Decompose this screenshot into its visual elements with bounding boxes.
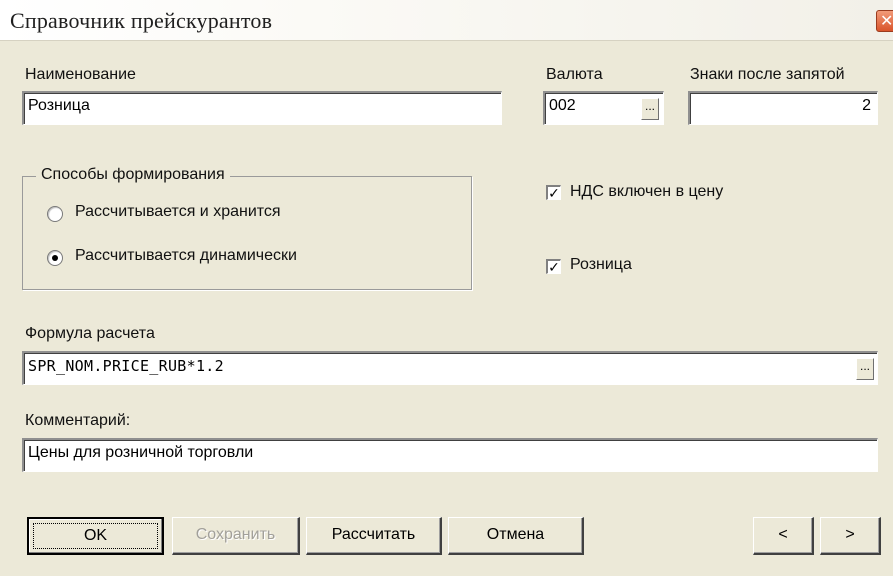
currency-label: Валюта <box>546 66 603 83</box>
decimals-field[interactable]: 2 <box>688 91 878 125</box>
formula-field[interactable]: SPR_NOM.PRICE_RUB*1.2 ... <box>22 351 878 385</box>
formula-label: Формула расчета <box>25 325 155 342</box>
title-bar: Справочник прейскурантов ✕ <box>0 0 893 41</box>
formula-browse-button[interactable]: ... <box>856 358 874 380</box>
check-mark-icon: ✓ <box>548 185 560 201</box>
window-title: Справочник прейскурантов <box>10 8 273 33</box>
calculate-button[interactable]: Рассчитать <box>306 517 442 555</box>
formula-value: SPR_NOM.PRICE_RUB*1.2 <box>28 357 224 375</box>
price-list-dialog: Справочник прейскурантов ✕ Наименование … <box>0 0 893 576</box>
methods-group-title: Способы формирования <box>36 166 230 184</box>
comment-label: Комментарий: <box>25 412 131 429</box>
next-button[interactable]: > <box>820 517 881 555</box>
methods-groupbox <box>22 176 472 290</box>
retail-checkbox[interactable]: ✓ <box>546 259 561 274</box>
currency-browse-button[interactable]: ... <box>641 98 659 120</box>
radio-calc-stored-label[interactable]: Рассчитывается и хранится <box>75 203 281 221</box>
calculate-button-label: Рассчитать <box>331 526 416 543</box>
chevron-left-icon: < <box>778 526 788 543</box>
comment-value: Цены для розничной торговли <box>28 444 254 461</box>
ok-button[interactable]: OK <box>27 517 164 555</box>
radio-calc-dynamic[interactable] <box>47 250 63 266</box>
focus-rectangle <box>33 523 158 549</box>
chevron-right-icon: > <box>845 526 855 543</box>
save-button[interactable]: Сохранить <box>172 517 300 555</box>
close-icon: ✕ <box>880 13 893 30</box>
retail-label[interactable]: Розница <box>570 256 632 274</box>
cancel-button[interactable]: Отмена <box>448 517 584 555</box>
currency-field[interactable]: 002 ... <box>543 91 664 125</box>
currency-value: 002 <box>549 97 576 114</box>
name-label: Наименование <box>25 66 136 83</box>
decimals-value: 2 <box>862 97 871 114</box>
radio-calc-dynamic-label[interactable]: Рассчитывается динамически <box>75 247 297 265</box>
name-value: Розница <box>28 97 90 114</box>
comment-field[interactable]: Цены для розничной торговли <box>22 438 878 472</box>
close-button[interactable]: ✕ <box>876 10 893 32</box>
save-button-label: Сохранить <box>195 526 276 543</box>
cancel-button-label: Отмена <box>486 526 545 543</box>
check-mark-icon: ✓ <box>548 259 560 275</box>
vat-included-checkbox[interactable]: ✓ <box>546 185 561 200</box>
decimals-label: Знаки после запятой <box>690 66 845 83</box>
radio-calc-stored[interactable] <box>47 206 63 222</box>
prev-button[interactable]: < <box>753 517 814 555</box>
vat-included-label[interactable]: НДС включен в цену <box>570 183 723 201</box>
name-field[interactable]: Розница <box>22 91 502 125</box>
